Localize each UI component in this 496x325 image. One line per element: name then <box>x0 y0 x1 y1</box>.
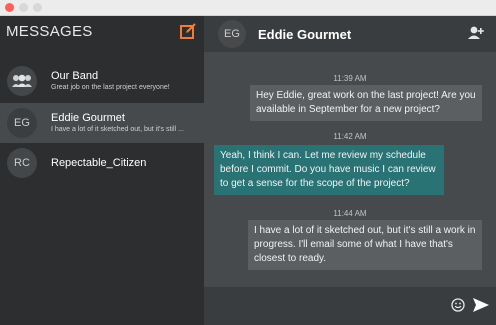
message-timestamp: 11:44 AM <box>333 209 367 218</box>
group-icon <box>7 66 37 96</box>
conversation-sidebar: MESSAGES Our Band Great job on the last … <box>0 16 204 325</box>
message-timestamp: 11:39 AM <box>333 74 367 83</box>
message-bubble-outgoing: I have a lot of it sketched out, but it'… <box>248 220 482 270</box>
message-timestamp: 11:42 AM <box>333 132 367 141</box>
conversation-text: Our Band Great job on the last project e… <box>51 69 201 93</box>
conversation-item-repectable-citizen[interactable]: RC Repectable_Citizen <box>0 144 204 182</box>
window-minimize-button[interactable] <box>19 3 28 12</box>
chat-contact-name: Eddie Gourmet <box>258 26 352 42</box>
sidebar-title: MESSAGES <box>6 22 93 40</box>
chat-header: EG Eddie Gourmet <box>204 16 496 52</box>
send-icon[interactable] <box>472 296 490 314</box>
emoji-icon[interactable] <box>451 298 465 312</box>
avatar: EG <box>218 20 246 48</box>
add-user-icon[interactable] <box>468 26 484 40</box>
conversation-preview: Great job on the last project everyone! <box>51 84 170 91</box>
compose-icon[interactable] <box>178 21 198 41</box>
conversation-preview: I have a lot of it sketched out, but it'… <box>51 126 184 133</box>
window-titlebar <box>0 0 496 16</box>
message-input-bar[interactable] <box>204 287 496 325</box>
conversation-item-eddie-gourmet[interactable]: EG Eddie Gourmet I have a lot of it sket… <box>0 103 204 143</box>
window-close-button[interactable] <box>5 3 14 12</box>
conversation-item-our-band[interactable]: Our Band Great job on the last project e… <box>0 62 204 100</box>
window-zoom-button[interactable] <box>33 3 42 12</box>
conversation-name: Repectable_Citizen <box>51 157 147 169</box>
message-bubble-outgoing: Hey Eddie, great work on the last projec… <box>250 85 482 121</box>
conversation-text: Eddie Gourmet I have a lot of it sketche… <box>51 111 201 135</box>
chat-panel: EG Eddie Gourmet 11:39 AM Hey Eddie, gre… <box>204 16 496 325</box>
conversation-name: Eddie Gourmet <box>51 112 125 124</box>
sidebar-header: MESSAGES <box>0 16 204 46</box>
message-bubble-incoming: Yeah, I think I can. Let me review my sc… <box>214 145 444 195</box>
conversation-text: Repectable_Citizen <box>51 156 201 170</box>
conversation-name: Our Band <box>51 70 99 82</box>
avatar: EG <box>7 108 37 138</box>
avatar: RC <box>7 148 37 178</box>
